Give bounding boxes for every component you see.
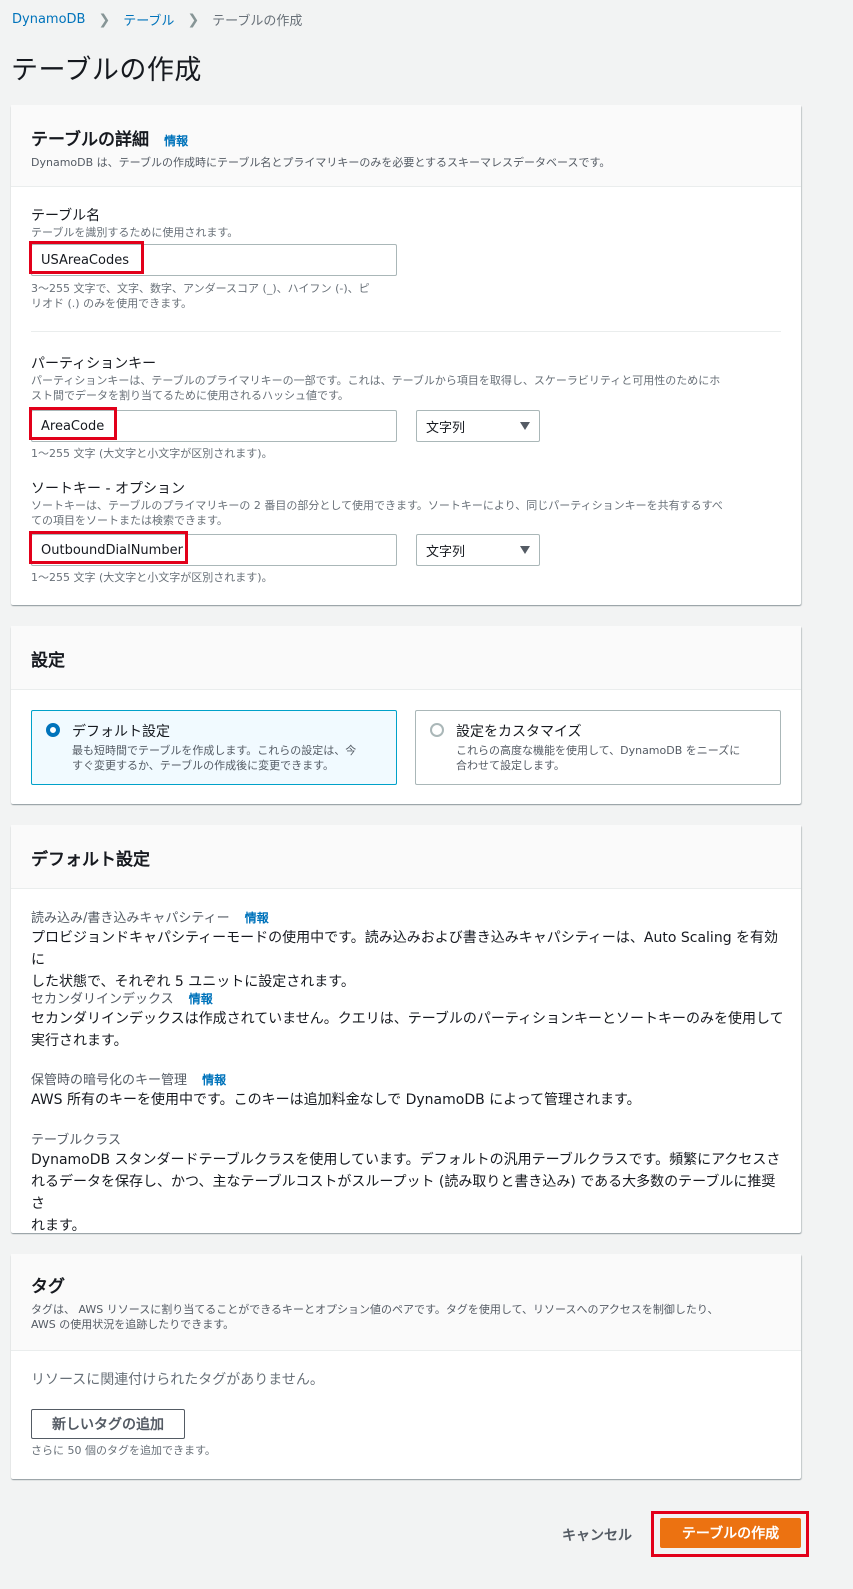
description-line: ソートキーは、テーブルのプライマリキーの 2 番目の部分として使用できます。ソー…: [31, 499, 723, 512]
sort-key-input[interactable]: OutboundDialNumber: [31, 534, 397, 566]
page-title: テーブルの作成: [11, 55, 202, 86]
setting-label: テーブルクラス: [31, 1133, 121, 1148]
panel-header: テーブルの詳細 情報 DynamoDB は、テーブルの作成時にテーブル名とプライ…: [11, 105, 801, 187]
setting-text: プロビジョンドキャパシティーモードの使用中です。読み込みおよび書き込みキャパシテ…: [31, 927, 786, 993]
text-line: 実行されます。: [31, 1033, 128, 1049]
description-line: パーティションキーは、テーブルのプライマリキーの一部です。これは、テーブルから項…: [31, 374, 721, 387]
partition-key-label: パーティションキー: [31, 356, 157, 372]
default-settings-panel: デフォルト設定 読み込み/書き込みキャパシティー 情報 プロビジョンドキャパシテ…: [11, 825, 801, 1234]
partition-key-description: パーティションキーは、テーブルのプライマリキーの一部です。これは、テーブルから項…: [31, 373, 786, 403]
caret-down-icon: [520, 422, 530, 430]
partition-key-hint: 1〜255 文字 (大文字と小文字が区別されます)。: [31, 447, 273, 460]
add-tag-button[interactable]: 新しいタグの追加: [31, 1409, 185, 1439]
panel-header: タグ タグは、 AWS リソースに割り当てることができるキーとオプション値のペア…: [11, 1254, 801, 1351]
create-table-button[interactable]: テーブルの作成: [660, 1518, 801, 1548]
text-line: AWS 所有のキーを使用中です。このキーは追加料金なしで DynamoDB によ…: [31, 1092, 641, 1108]
info-link[interactable]: 情報: [164, 134, 188, 148]
setting-secondary-indexes: セカンダリインデックス 情報 セカンダリインデックスは作成されていません。クエリ…: [31, 988, 786, 1052]
radio-title: 設定をカスタマイズ: [456, 724, 582, 740]
settings-panel: 設定 デフォルト設定 最も短時間でテーブルを作成します。これらの設定は、今 すぐ…: [11, 626, 801, 804]
breadcrumb-tables[interactable]: テーブル: [123, 10, 174, 29]
select-value: 文字列: [426, 420, 466, 436]
partition-key-type-select[interactable]: 文字列: [416, 410, 540, 442]
info-link[interactable]: 情報: [202, 1073, 226, 1087]
setting-label: 保管時の暗号化のキー管理: [31, 1073, 188, 1088]
breadcrumb-dynamodb[interactable]: DynamoDB: [12, 12, 85, 27]
text-line: プロビジョンドキャパシティーモードの使用中です。読み込みおよび書き込みキャパシテ…: [31, 930, 779, 968]
hint-line: リオド (.) のみを使用できます。: [31, 297, 192, 310]
select-value: 文字列: [426, 544, 466, 560]
tags-panel: タグ タグは、 AWS リソースに割り当てることができるキーとオプション値のペア…: [11, 1254, 801, 1479]
table-name-label: テーブル名: [31, 208, 101, 224]
divider: [31, 331, 781, 332]
setting-text: セカンダリインデックスは作成されていません。クエリは、テーブルのパーティションキ…: [31, 1008, 786, 1052]
panel-title: デフォルト設定: [31, 850, 150, 870]
info-link[interactable]: 情報: [189, 992, 213, 1006]
description-line: タグは、 AWS リソースに割り当てることができるキーとオプション値のペアです。…: [31, 1303, 719, 1316]
tags-remaining-hint: さらに 50 個のタグを追加できます。: [31, 1444, 216, 1457]
description-line: すぐ変更するか、テーブルの作成後に変更できます。: [72, 759, 335, 772]
chevron-right-icon: ❯: [98, 11, 111, 28]
setting-text: DynamoDB スタンダードテーブルクラスを使用しています。デフォルトの汎用テ…: [31, 1149, 786, 1237]
description-line: スト間でデータを割り当てるために使用されるハッシュ値です。: [31, 389, 349, 402]
description-line: AWS の使用状況を追跡したりできます。: [31, 1318, 235, 1331]
text-line: セカンダリインデックスは作成されていません。クエリは、テーブルのパーティションキ…: [31, 1011, 784, 1027]
radio-title: デフォルト設定: [72, 724, 170, 740]
panel-title: テーブルの詳細: [31, 130, 149, 150]
breadcrumb-current: テーブルの作成: [212, 14, 303, 29]
text-line: れます。: [31, 1218, 86, 1234]
setting-table-class: テーブルクラス DynamoDB スタンダードテーブルクラスを使用しています。デ…: [31, 1129, 786, 1237]
info-link[interactable]: 情報: [245, 911, 269, 925]
setting-label: 読み込み/書き込みキャパシティー: [31, 911, 230, 926]
description-line: 最も短時間でテーブルを作成します。これらの設定は、今: [72, 744, 357, 757]
hint-line: 3〜255 文字で、文字、数字、アンダースコア (_)、ハイフン (-)、ピ: [31, 282, 370, 295]
tags-empty-text: リソースに関連付けられたタグがありません。: [31, 1372, 324, 1388]
radio-customize-settings[interactable]: 設定をカスタマイズ これらの高度な機能を使用して、DynamoDB をニーズに …: [415, 710, 781, 785]
sort-key-description: ソートキーは、テーブルのプライマリキーの 2 番目の部分として使用できます。ソー…: [31, 498, 786, 528]
panel-description: DynamoDB は、テーブルの作成時にテーブル名とプライマリキーのみを必要とす…: [31, 156, 611, 169]
setting-encryption: 保管時の暗号化のキー管理 情報 AWS 所有のキーを使用中です。このキーは追加料…: [31, 1069, 786, 1111]
panel-title: 設定: [31, 651, 65, 671]
description-line: これらの高度な機能を使用して、DynamoDB をニーズに: [456, 744, 741, 757]
cancel-button[interactable]: キャンセル: [562, 1525, 632, 1545]
breadcrumb: DynamoDB ❯ テーブル ❯ テーブルの作成: [12, 10, 303, 30]
panel-header: 設定: [11, 626, 801, 690]
partition-key-input[interactable]: AreaCode: [31, 410, 397, 442]
radio-unselected-icon: [430, 723, 444, 737]
sort-key-type-select[interactable]: 文字列: [416, 534, 540, 566]
radio-default-settings[interactable]: デフォルト設定 最も短時間でテーブルを作成します。これらの設定は、今 すぐ変更す…: [31, 710, 397, 785]
panel-header: デフォルト設定: [11, 825, 801, 889]
setting-label: セカンダリインデックス: [31, 992, 174, 1007]
sort-key-hint: 1〜255 文字 (大文字と小文字が区別されます)。: [31, 571, 273, 584]
setting-capacity: 読み込み/書き込みキャパシティー 情報 プロビジョンドキャパシティーモードの使用…: [31, 907, 786, 993]
setting-text: AWS 所有のキーを使用中です。このキーは追加料金なしで DynamoDB によ…: [31, 1089, 786, 1111]
text-line: れるデータを保存し、かつ、主なテーブルコストがスループット (読み取りと書き込み…: [31, 1174, 776, 1212]
caret-down-icon: [520, 546, 530, 554]
text-line: DynamoDB スタンダードテーブルクラスを使用しています。デフォルトの汎用テ…: [31, 1152, 781, 1168]
sort-key-label: ソートキー - オプション: [31, 481, 185, 497]
description-line: 合わせて設定します。: [456, 759, 565, 772]
radio-description: これらの高度な機能を使用して、DynamoDB をニーズに 合わせて設定します。: [456, 743, 766, 773]
panel-title: タグ: [31, 1277, 65, 1297]
table-details-panel: テーブルの詳細 情報 DynamoDB は、テーブルの作成時にテーブル名とプライ…: [11, 105, 801, 605]
panel-description: タグは、 AWS リソースに割り当てることができるキーとオプション値のペアです。…: [31, 1302, 781, 1332]
description-line: ての項目をソートまたは検索できます。: [31, 514, 228, 527]
radio-description: 最も短時間でテーブルを作成します。これらの設定は、今 すぐ変更するか、テーブルの…: [72, 743, 382, 773]
table-name-input[interactable]: USAreaCodes: [31, 244, 397, 276]
radio-selected-icon: [46, 723, 60, 737]
chevron-right-icon: ❯: [187, 11, 200, 28]
table-name-description: テーブルを識別するために使用されます。: [31, 226, 239, 239]
table-name-hint: 3〜255 文字で、文字、数字、アンダースコア (_)、ハイフン (-)、ピ リ…: [31, 281, 370, 311]
